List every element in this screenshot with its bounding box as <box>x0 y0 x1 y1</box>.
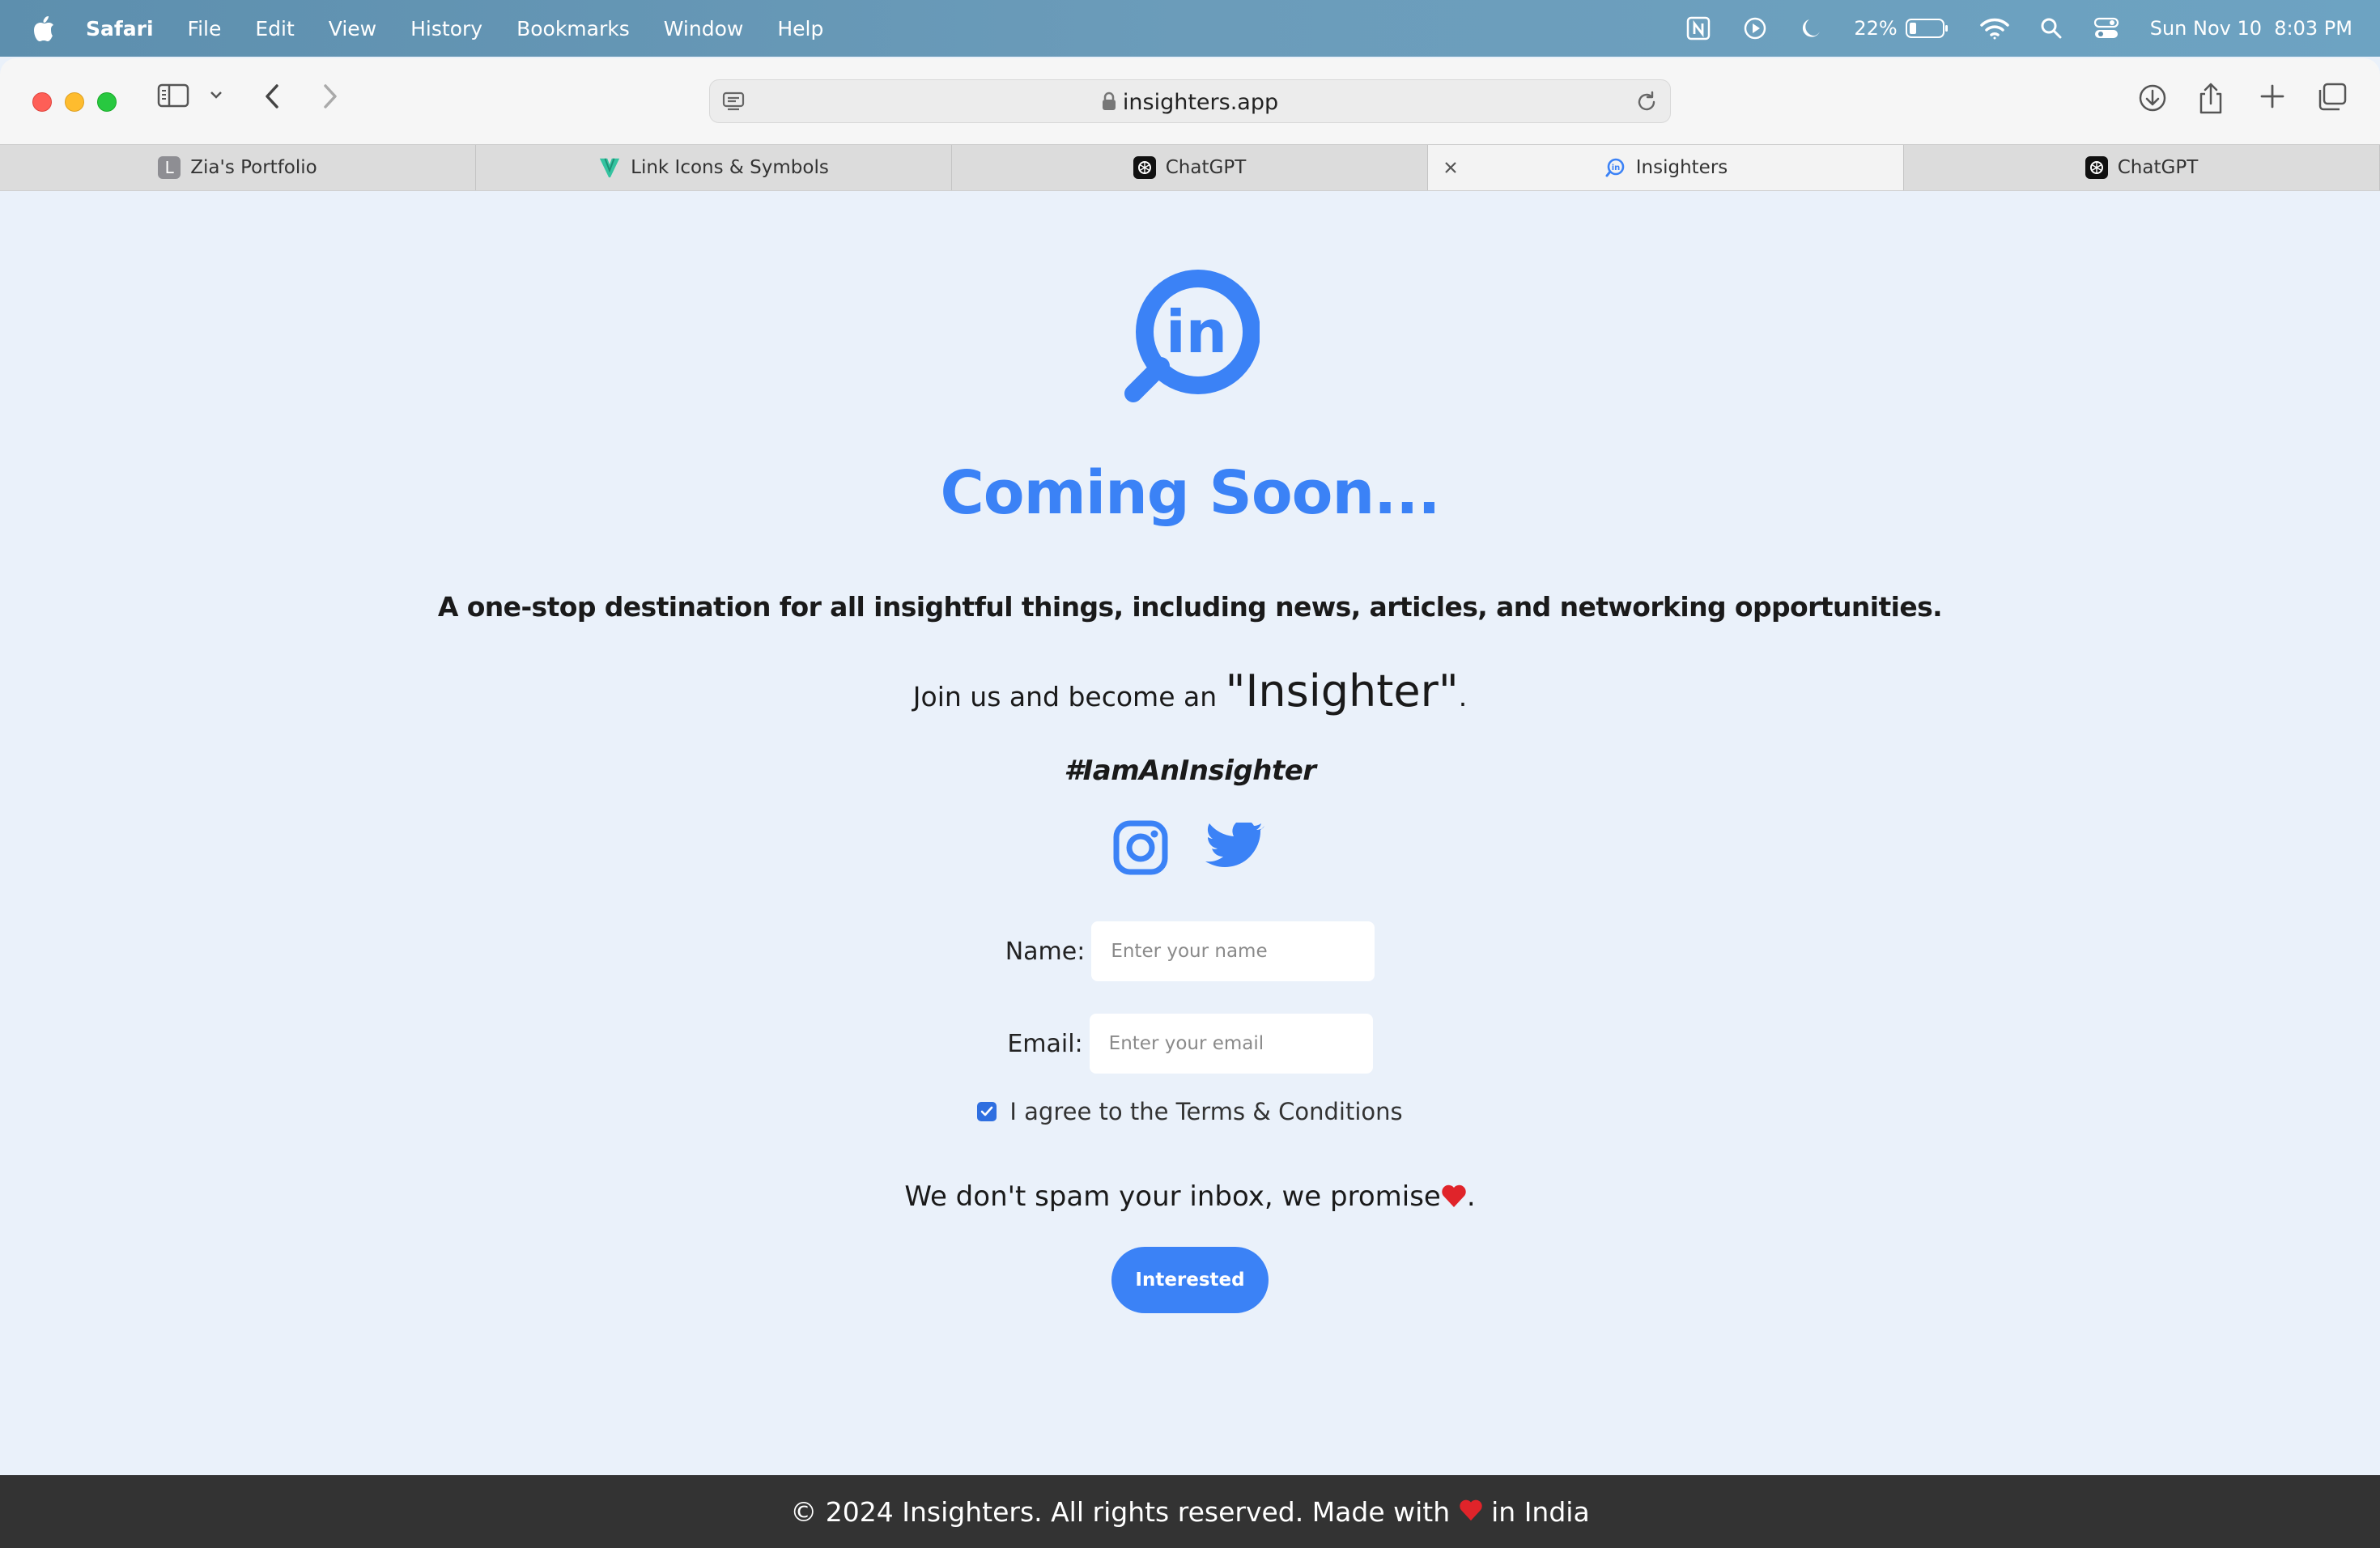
name-row: Name: <box>0 921 2380 981</box>
email-label: Email: <box>1007 1029 1083 1058</box>
menu-file[interactable]: File <box>188 17 222 40</box>
close-window-button[interactable] <box>32 92 52 112</box>
spotlight-search-icon[interactable] <box>2040 17 2063 40</box>
tab-overview-icon[interactable] <box>2317 83 2348 112</box>
page-tagline: A one-stop destination for all insightfu… <box>437 591 1943 623</box>
join-message: Join us and become an "Insighter". <box>0 666 2380 717</box>
tab-title: Zia's Portfolio <box>190 157 317 178</box>
tab-chatgpt-2[interactable]: ChatGPT <box>1904 145 2380 190</box>
tab-chatgpt[interactable]: ChatGPT <box>952 145 1428 190</box>
forward-arrow-icon[interactable] <box>319 83 342 110</box>
chatgpt-icon <box>2085 156 2108 179</box>
play-circle-icon[interactable] <box>1742 15 1768 41</box>
wifi-icon[interactable] <box>1979 17 2009 40</box>
menu-edit[interactable]: Edit <box>255 17 294 40</box>
sidebar-toggle-icon[interactable] <box>157 83 189 108</box>
footer-text-prefix: © 2024 Insighters. All rights reserved. … <box>790 1495 1459 1528</box>
macos-menu-bar: Safari File Edit View History Bookmarks … <box>0 0 2380 57</box>
chevron-down-icon[interactable] <box>209 89 223 100</box>
menubar-clock[interactable]: Sun Nov 10 8:03 PM <box>2150 17 2352 40</box>
zoom-window-button[interactable] <box>97 92 117 112</box>
tab-title: ChatGPT <box>1165 157 1247 178</box>
svg-text:in: in <box>1611 164 1620 172</box>
url-text-container: insighters.app <box>710 90 1670 117</box>
moon-icon[interactable] <box>1799 16 1823 40</box>
tab-insighters[interactable]: in Insighters <box>1428 145 1904 190</box>
insighters-icon: in <box>1604 156 1626 179</box>
menu-help[interactable]: Help <box>777 17 823 40</box>
close-tab-icon[interactable] <box>1439 156 1462 179</box>
share-icon[interactable] <box>2197 83 2225 115</box>
instagram-icon[interactable] <box>1112 819 1169 876</box>
insighters-logo-icon: in <box>1124 270 1260 402</box>
name-label: Name: <box>1005 937 1086 966</box>
notion-icon[interactable] <box>1685 15 1711 41</box>
address-bar[interactable]: insighters.app <box>709 79 1671 123</box>
tab-zias-portfolio[interactable]: L Zia's Portfolio <box>0 145 476 190</box>
lock-icon <box>1102 91 1116 117</box>
footer-text-suffix: in India <box>1482 1495 1590 1528</box>
tab-title: Link Icons & Symbols <box>631 157 829 178</box>
minimize-window-button[interactable] <box>65 92 84 112</box>
battery-percent: 22% <box>1854 17 1898 40</box>
email-row: Email: <box>0 1014 2380 1074</box>
terms-checkbox[interactable] <box>977 1102 997 1121</box>
join-suffix: . <box>1458 681 1468 712</box>
email-input[interactable] <box>1089 1014 1373 1074</box>
menu-app-name[interactable]: Safari <box>86 17 154 40</box>
letter-l-icon: L <box>158 156 181 179</box>
join-highlight: "Insighter" <box>1225 666 1459 717</box>
reload-icon[interactable] <box>1634 90 1659 118</box>
apple-logo-icon[interactable] <box>32 15 55 41</box>
tab-title: Insighters <box>1635 157 1728 178</box>
tab-title: ChatGPT <box>2117 157 2199 178</box>
menubar-status-area: 22% Sun Nov 10 8:03 PM <box>1655 0 2352 57</box>
svg-text:in: in <box>1166 298 1227 366</box>
terms-label[interactable]: I agree to the Terms & Conditions <box>1009 1098 1402 1125</box>
heart-icon <box>1441 1183 1467 1215</box>
downloads-icon[interactable] <box>2137 83 2168 113</box>
menu-bookmarks[interactable]: Bookmarks <box>516 17 630 40</box>
tab-bar: L Zia's Portfolio Link Icons & Symbols C… <box>0 144 2380 191</box>
control-center-icon[interactable] <box>2093 16 2119 40</box>
battery-indicator[interactable]: 22% <box>1854 17 1949 40</box>
web-page: in Coming Soon... A one-stop destination… <box>0 191 2380 1475</box>
v-logo-icon <box>598 156 621 179</box>
interested-button[interactable]: Interested <box>1111 1247 1269 1313</box>
chatgpt-icon <box>1133 156 1156 179</box>
page-footer: © 2024 Insighters. All rights reserved. … <box>0 1475 2380 1548</box>
no-spam-message: We don't spam your inbox, we promise. <box>0 1180 2380 1215</box>
url-text: insighters.app <box>1122 90 1279 115</box>
twitter-bird-icon[interactable] <box>1205 823 1264 873</box>
tab-link-icons-symbols[interactable]: Link Icons & Symbols <box>476 145 952 190</box>
name-input[interactable] <box>1091 921 1375 981</box>
no-spam-suffix: . <box>1466 1180 1476 1213</box>
menu-view[interactable]: View <box>329 17 376 40</box>
back-arrow-icon[interactable] <box>261 83 283 110</box>
page-title: Coming Soon... <box>940 458 1440 528</box>
menu-history[interactable]: History <box>410 17 482 40</box>
terms-row: I agree to the Terms & Conditions <box>0 1098 2380 1125</box>
heart-icon <box>1459 1496 1483 1528</box>
menu-window[interactable]: Window <box>664 17 744 40</box>
join-prefix: Join us and become an <box>912 681 1226 712</box>
battery-icon <box>1905 19 1948 38</box>
hashtag: #IamAnInsighter <box>1064 755 1316 787</box>
new-tab-plus-icon[interactable] <box>2259 83 2286 110</box>
no-spam-text: We don't spam your inbox, we promise <box>904 1180 1441 1213</box>
browser-toolbar: insighters.app <box>0 58 2380 144</box>
